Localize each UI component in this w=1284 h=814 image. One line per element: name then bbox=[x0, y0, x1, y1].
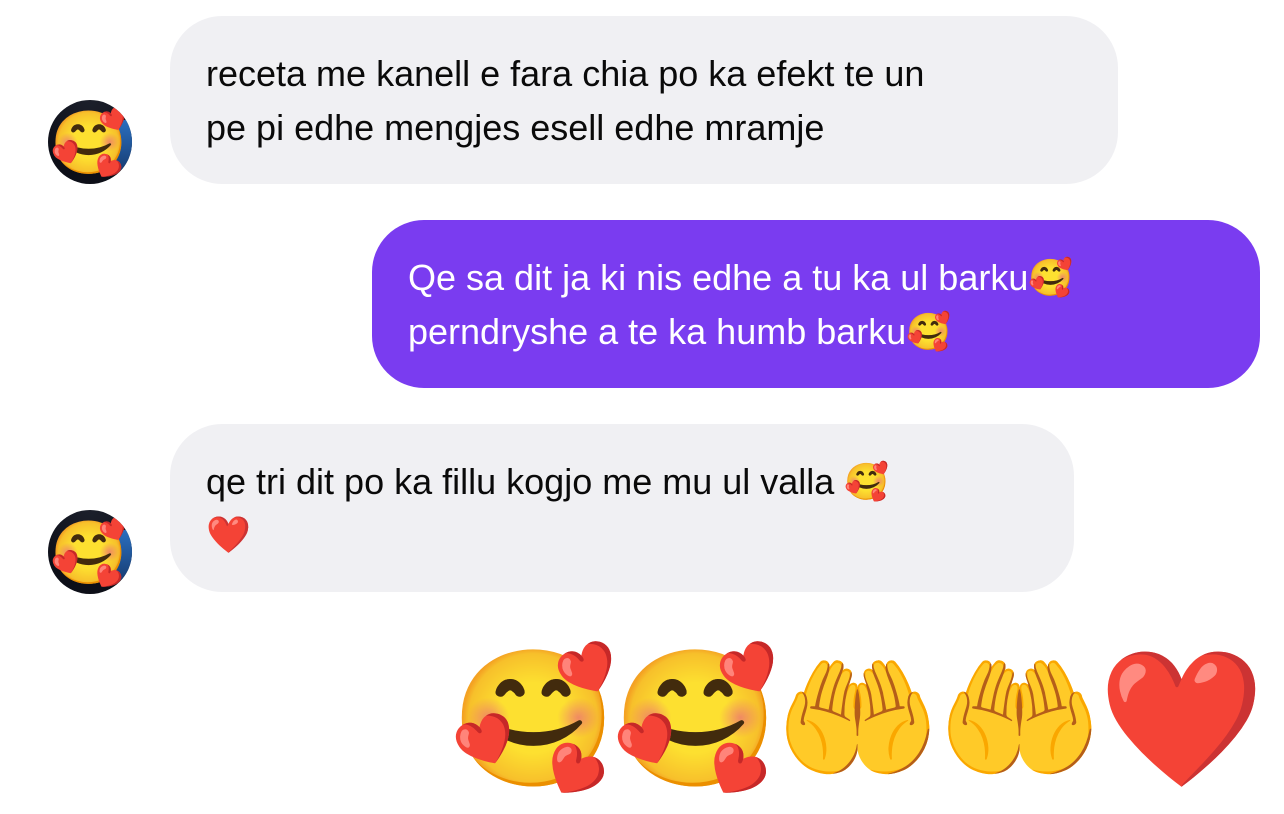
smiling-face-with-hearts-icon: 🥰 bbox=[50, 519, 128, 588]
large-emoji-message[interactable]: 🥰 🥰 🤲 🤲 ❤️ bbox=[450, 640, 1265, 800]
smiling-face-with-hearts-icon: 🥰 bbox=[450, 645, 617, 794]
smiling-face-with-hearts-icon: 🥰 bbox=[50, 109, 128, 178]
incoming-message-bubble[interactable]: qe tri dit po ka fillu kogjo me mu ul va… bbox=[170, 424, 1074, 592]
message-text-line: perndryshe a te ka humb barku🥰 bbox=[408, 311, 952, 352]
contact-avatar[interactable]: 🥰 bbox=[48, 510, 132, 594]
palms-up-together-icon: 🤲 bbox=[774, 645, 941, 794]
message-text-line: pe pi edhe mengjes esell edhe mramje bbox=[206, 107, 825, 148]
message-text-line: qe tri dit po ka fillu kogjo me mu ul va… bbox=[206, 461, 890, 502]
smiling-face-with-hearts-icon: 🥰 bbox=[612, 645, 779, 794]
red-heart-icon: ❤️ bbox=[1098, 645, 1265, 794]
incoming-message-bubble[interactable]: receta me kanell e fara chia po ka efekt… bbox=[170, 16, 1118, 184]
red-heart-icon: ❤️ bbox=[206, 515, 251, 556]
message-text-line: Qe sa dit ja ki nis edhe a tu ka ul bark… bbox=[408, 257, 1074, 298]
palms-up-together-icon: 🤲 bbox=[936, 645, 1103, 794]
outgoing-message-bubble[interactable]: Qe sa dit ja ki nis edhe a tu ka ul bark… bbox=[372, 220, 1260, 388]
message-text-line: receta me kanell e fara chia po ka efekt… bbox=[206, 53, 925, 94]
chat-thread: 🥰 receta me kanell e fara chia po ka efe… bbox=[0, 0, 1284, 814]
contact-avatar[interactable]: 🥰 bbox=[48, 100, 132, 184]
